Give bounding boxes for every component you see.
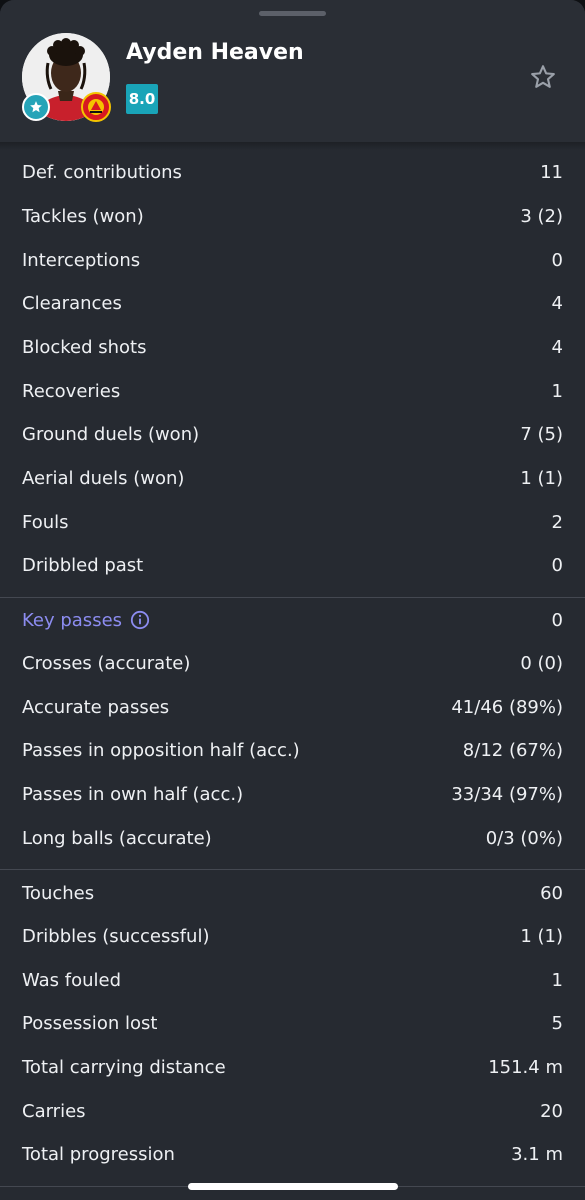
stat-label: Passes in own half (acc.) <box>22 783 244 805</box>
stat-row: Blocked shots 4 <box>22 325 563 369</box>
stat-label: Interceptions <box>22 249 141 271</box>
player-stats-sheet: Ayden Heaven 8.0 Def. contributions 11 T… <box>0 0 585 1200</box>
drag-handle[interactable] <box>259 11 326 16</box>
stat-label: Def. contributions <box>22 161 182 183</box>
stat-row: Aerial duels (won) 1 (1) <box>22 456 563 500</box>
stat-label: Tackles (won) <box>22 205 144 227</box>
stat-value: 60 <box>540 882 563 904</box>
star-badge-icon <box>22 93 50 121</box>
header-divider <box>0 142 585 150</box>
stat-label: Blocked shots <box>22 336 147 358</box>
stat-label: Dribbles (successful) <box>22 925 210 947</box>
star-outline-icon[interactable] <box>528 62 558 92</box>
stat-row: Total carrying distance 151.4 m <box>22 1045 563 1089</box>
stat-value: 3.1 m <box>511 1143 563 1165</box>
stat-value: 1 <box>551 969 563 991</box>
stat-label: Carries <box>22 1100 86 1122</box>
stat-value: 11 <box>540 161 563 183</box>
stat-value: 1 <box>551 380 563 402</box>
stat-value: 151.4 m <box>488 1056 563 1078</box>
stat-value: 7 (5) <box>520 423 563 445</box>
stat-label: Recoveries <box>22 380 121 402</box>
stat-label: Passes in opposition half (acc.) <box>22 739 300 761</box>
club-crest-icon <box>81 92 111 122</box>
stat-label: Clearances <box>22 292 122 314</box>
stat-row: Recoveries 1 <box>22 369 563 413</box>
stat-row: Was fouled 1 <box>22 958 563 1002</box>
stat-value: 5 <box>551 1012 563 1034</box>
stat-value: 33/34 (97%) <box>451 783 563 805</box>
stat-value: 41/46 (89%) <box>451 696 563 718</box>
stat-label: Aerial duels (won) <box>22 467 185 489</box>
stat-label: Key passes <box>22 609 123 631</box>
stat-label: Dribbled past <box>22 554 144 576</box>
stat-value: 0 <box>551 609 563 631</box>
stat-row: Possession lost 5 <box>22 1001 563 1045</box>
rating-badge: 8.0 <box>126 84 158 114</box>
stat-row: Clearances 4 <box>22 281 563 325</box>
stat-label: Was fouled <box>22 969 122 991</box>
stat-row: Accurate passes 41/46 (89%) <box>22 685 563 729</box>
home-indicator[interactable] <box>188 1183 398 1190</box>
player-header: Ayden Heaven 8.0 <box>0 0 585 142</box>
stat-label: Total carrying distance <box>22 1056 226 1078</box>
stat-row: Long balls (accurate) 0/3 (0%) <box>22 816 563 860</box>
player-name: Ayden Heaven <box>126 40 304 65</box>
info-circle-icon[interactable] <box>130 610 150 630</box>
stat-row: Fouls 2 <box>22 500 563 544</box>
stat-row: Passes in opposition half (acc.) 8/12 (6… <box>22 728 563 772</box>
stat-label: Possession lost <box>22 1012 158 1034</box>
section-divider <box>0 869 585 870</box>
stat-label: Total progression <box>22 1143 175 1165</box>
stat-value: 0/3 (0%) <box>485 827 563 849</box>
stat-value: 1 (1) <box>520 467 563 489</box>
stat-label: Touches <box>22 882 95 904</box>
stat-label: Crosses (accurate) <box>22 652 191 674</box>
stat-value: 3 (2) <box>520 205 563 227</box>
stat-row: Crosses (accurate) 0 (0) <box>22 641 563 685</box>
stat-value: 8/12 (67%) <box>462 739 563 761</box>
stat-row: Dribbled past 0 <box>22 543 563 587</box>
stat-row: Touches 60 <box>22 871 563 915</box>
stat-value: 1 (1) <box>520 925 563 947</box>
stat-value: 2 <box>551 511 563 533</box>
stat-value: 4 <box>551 292 563 314</box>
stat-row: Def. contributions 11 <box>22 150 563 194</box>
stat-value: 4 <box>551 336 563 358</box>
stat-row: Total progression 3.1 m <box>22 1132 563 1176</box>
stat-row: Ground duels (won) 7 (5) <box>22 412 563 456</box>
stat-row: Key passes 0 <box>22 598 563 642</box>
stat-row: Interceptions 0 <box>22 238 563 282</box>
stat-label: Fouls <box>22 511 69 533</box>
stat-label: Ground duels (won) <box>22 423 200 445</box>
stat-label: Accurate passes <box>22 696 170 718</box>
stat-row: Tackles (won) 3 (2) <box>22 194 563 238</box>
stat-value: 0 <box>551 554 563 576</box>
stat-row: Carries 20 <box>22 1089 563 1133</box>
stat-label: Long balls (accurate) <box>22 827 212 849</box>
key-passes-link[interactable]: Key passes <box>22 610 150 631</box>
stat-row: Passes in own half (acc.) 33/34 (97%) <box>22 772 563 816</box>
stat-value: 20 <box>540 1100 563 1122</box>
stat-value: 0 <box>551 249 563 271</box>
stat-row: Dribbles (successful) 1 (1) <box>22 914 563 958</box>
stat-value: 0 (0) <box>520 652 563 674</box>
